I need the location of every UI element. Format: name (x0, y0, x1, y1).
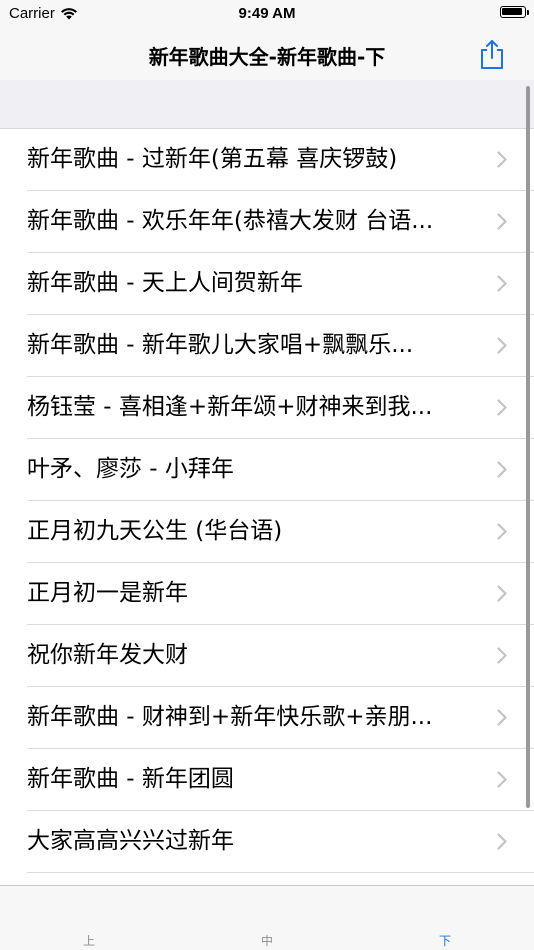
list-item-label: 叶矛、廖莎 - 小拜年 (27, 456, 234, 482)
list-item[interactable]: 正月初一是新年 (0, 563, 534, 625)
battery-icon (500, 6, 529, 18)
list-item-label: 大家高高兴兴过新年 (27, 828, 234, 854)
song-list: 新年歌曲 - 过新年(第五幕 喜庆锣鼓) 新年歌曲 - 欢乐年年(恭禧大发财 台语… (0, 128, 534, 885)
status-bar: Carrier 9:49 AM (0, 0, 534, 28)
list-item[interactable]: 新年歌曲 - 欢乐年年(恭禧大发财 台语... (0, 191, 534, 253)
chevron-right-icon (497, 709, 507, 726)
tab-bar: 上 中 下 (0, 885, 534, 950)
page-title: 新年歌曲大全-新年歌曲-下 (148, 45, 386, 69)
list-item[interactable]: 新年歌曲 - 新年团圆 (0, 749, 534, 811)
chevron-right-icon (497, 585, 507, 602)
chevron-right-icon (497, 461, 507, 478)
list-item[interactable]: 祝你新年发大财 (0, 625, 534, 687)
list-item-label: 祝你新年发大财 (27, 642, 188, 668)
list-item[interactable]: 正月初九天公生 (华台语) (0, 501, 534, 563)
chevron-right-icon (497, 213, 507, 230)
list-item-label: 新年歌曲 - 欢乐年年(恭禧大发财 台语... (27, 208, 434, 234)
list-item-label: 杨钰莹 - 喜相逢+新年颂+财神来到我... (27, 394, 433, 420)
list-item[interactable]: 新年歌曲 - 新年歌儿大家唱+飘飘乐... (0, 315, 534, 377)
share-button[interactable] (478, 38, 506, 70)
chevron-right-icon (497, 523, 507, 540)
tab-upper[interactable]: 上 (59, 932, 119, 949)
status-time: 9:49 AM (238, 5, 296, 22)
list-item-label: 新年歌曲 - 新年团圆 (27, 766, 234, 792)
list-item[interactable]: 杨钰莹 - 喜相逢+新年颂+财神来到我... (0, 377, 534, 439)
chevron-right-icon (497, 275, 507, 292)
chevron-right-icon (497, 647, 507, 664)
chevron-right-icon (497, 833, 507, 850)
tab-lower[interactable]: 下 (415, 932, 475, 949)
chevron-right-icon (497, 771, 507, 788)
tab-middle[interactable]: 中 (237, 932, 297, 949)
section-header-gap (0, 80, 534, 128)
list-item[interactable]: 叶矛、廖莎 - 小拜年 (0, 439, 534, 501)
list-item[interactable]: 新年歌曲 - 天上人间贺新年 (0, 253, 534, 315)
list-item-label: 新年歌曲 - 过新年(第五幕 喜庆锣鼓) (27, 146, 398, 172)
list-item-label: 正月初九天公生 (华台语) (27, 518, 283, 544)
chevron-right-icon (497, 337, 507, 354)
chevron-right-icon (497, 151, 507, 168)
list-item[interactable]: 大家高高兴兴过新年 (0, 811, 534, 873)
list-item[interactable]: 新年歌曲 - 财神到+新年快乐歌+亲朋... (0, 687, 534, 749)
list-item-label: 正月初一是新年 (27, 580, 188, 606)
list-item-label: 新年歌曲 - 财神到+新年快乐歌+亲朋... (27, 704, 433, 730)
scrollbar[interactable] (526, 86, 530, 808)
share-icon (481, 40, 503, 69)
chevron-right-icon (497, 399, 507, 416)
list-item-label: 新年歌曲 - 新年歌儿大家唱+飘飘乐... (27, 332, 414, 358)
list-item[interactable]: 新年歌曲 - 过新年(第五幕 喜庆锣鼓) (0, 129, 534, 191)
navigation-bar: 新年歌曲大全-新年歌曲-下 (0, 28, 534, 80)
list-item-label: 新年歌曲 - 天上人间贺新年 (27, 270, 303, 296)
